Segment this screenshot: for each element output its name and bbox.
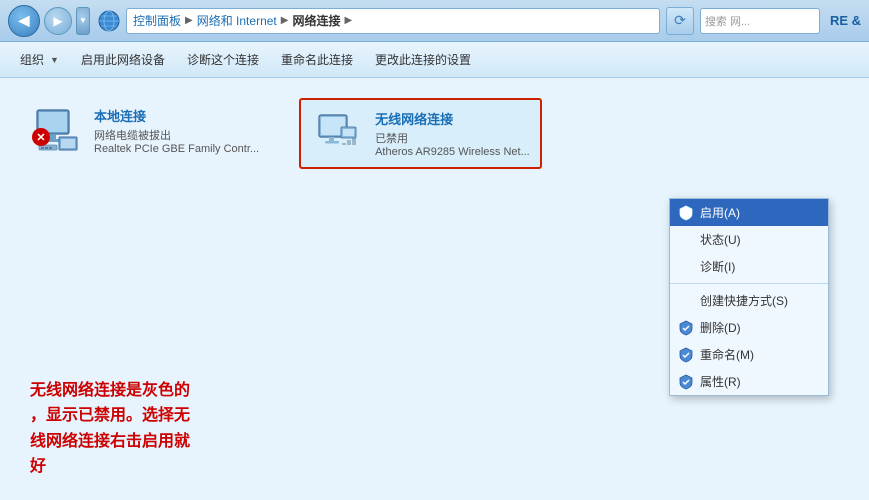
- context-rename-label: 重命名(M): [700, 346, 754, 363]
- context-menu-status[interactable]: 状态(U): [670, 226, 828, 253]
- local-connection-info: 本地连接 网络电缆被拔出 Realtek PCIe GBE Family Con…: [94, 106, 259, 155]
- nav-dropdown-button[interactable]: ▼: [76, 7, 90, 35]
- breadcrumb-sep-1: ▶: [185, 15, 193, 26]
- shield-icon-rename: [678, 347, 694, 363]
- organize-label: 组织: [20, 51, 44, 68]
- annotation-text: 无线网络连接是灰色的 ，显示已禁用。选择无 线网络连接右击启用就 好: [30, 378, 190, 480]
- context-diagnose-label: 诊断(I): [700, 258, 735, 275]
- back-button[interactable]: ◀: [8, 5, 40, 37]
- context-enable-label: 启用(A): [700, 204, 740, 221]
- annotation-line4: 好: [30, 454, 190, 480]
- content-area: ✕ 本地连接 网络电缆被拔出 Realtek PCIe GBE Family C…: [0, 78, 869, 500]
- rename-label: 重命名此连接: [281, 51, 353, 68]
- connections-row: ✕ 本地连接 网络电缆被拔出 Realtek PCIe GBE Family C…: [10, 88, 859, 179]
- wireless-connection-info: 无线网络连接 已禁用 Atheros AR9285 Wireless Net..…: [375, 109, 530, 158]
- local-connection-icon: ✕: [30, 106, 82, 154]
- context-menu-enable[interactable]: 启用(A): [670, 199, 828, 226]
- shield-icon-enable: [678, 205, 694, 221]
- extra-label: RE &: [830, 13, 861, 28]
- breadcrumb-bar: 控制面板 ▶ 网络和 Internet ▶ 网络连接 ▶: [126, 8, 660, 34]
- breadcrumb-item-2[interactable]: 网络和 Internet: [197, 12, 277, 29]
- change-settings-button[interactable]: 更改此连接的设置: [365, 47, 481, 72]
- diagnose-label: 诊断这个连接: [187, 51, 259, 68]
- search-placeholder: 搜索 网...: [705, 13, 750, 29]
- context-menu: 启用(A) 状态(U) 诊断(I) 创建快捷方式(S) 删除(D): [669, 198, 829, 396]
- change-settings-label: 更改此连接的设置: [375, 51, 471, 68]
- context-menu-diagnose[interactable]: 诊断(I): [670, 253, 828, 280]
- title-bar: ◀ ▶ ▼ 控制面板 ▶ 网络和 Internet ▶ 网络连接 ▶ ⟳ 搜索 …: [0, 0, 869, 42]
- shield-icon-delete: [678, 320, 694, 336]
- local-connection-item[interactable]: ✕ 本地连接 网络电缆被拔出 Realtek PCIe GBE Family C…: [20, 98, 269, 163]
- organize-dropdown: ▼: [50, 55, 59, 65]
- rename-button[interactable]: 重命名此连接: [271, 47, 363, 72]
- shield-icon-properties: [678, 374, 694, 390]
- context-delete-label: 删除(D): [700, 319, 741, 336]
- local-connection-name: 本地连接: [94, 106, 259, 125]
- enable-device-button[interactable]: 启用此网络设备: [71, 47, 175, 72]
- local-connection-adapter: Realtek PCIe GBE Family Contr...: [94, 143, 259, 155]
- wireless-connection-icon: [311, 110, 363, 158]
- wireless-connection-item[interactable]: 无线网络连接 已禁用 Atheros AR9285 Wireless Net..…: [299, 98, 542, 169]
- context-menu-divider: [670, 283, 828, 284]
- breadcrumb-sep-3: ▶: [344, 15, 352, 26]
- context-menu-delete[interactable]: 删除(D): [670, 314, 828, 341]
- enable-device-label: 启用此网络设备: [81, 51, 165, 68]
- connection-error-icon: ✕: [32, 128, 50, 146]
- annotation-line3: 线网络连接右击启用就: [30, 429, 190, 455]
- context-properties-label: 属性(R): [700, 373, 741, 390]
- context-shortcut-label: 创建快捷方式(S): [700, 292, 788, 309]
- context-menu-shortcut[interactable]: 创建快捷方式(S): [670, 287, 828, 314]
- wireless-connection-name: 无线网络连接: [375, 109, 530, 128]
- context-menu-properties[interactable]: 属性(R): [670, 368, 828, 395]
- breadcrumb-item-1[interactable]: 控制面板: [133, 12, 181, 29]
- context-status-label: 状态(U): [700, 231, 741, 248]
- wireless-connection-adapter: Atheros AR9285 Wireless Net...: [375, 146, 530, 158]
- annotation-line1: 无线网络连接是灰色的: [30, 378, 190, 404]
- forward-button[interactable]: ▶: [44, 7, 72, 35]
- breadcrumb-item-3: 网络连接: [292, 12, 340, 29]
- annotation-line2: ，显示已禁用。选择无: [30, 403, 190, 429]
- local-connection-status: 网络电缆被拔出: [94, 127, 259, 143]
- wireless-connection-status: 已禁用: [375, 130, 530, 146]
- refresh-button[interactable]: ⟳: [666, 7, 694, 35]
- breadcrumb-sep-2: ▶: [281, 15, 289, 26]
- nav-buttons: ◀ ▶ ▼: [8, 5, 90, 37]
- diagnose-button[interactable]: 诊断这个连接: [177, 47, 269, 72]
- organize-button[interactable]: 组织 ▼: [10, 47, 69, 72]
- wireless-icon: [315, 112, 359, 156]
- search-box[interactable]: 搜索 网...: [700, 8, 820, 34]
- toolbar: 组织 ▼ 启用此网络设备 诊断这个连接 重命名此连接 更改此连接的设置: [0, 42, 869, 78]
- globe-icon: [98, 10, 120, 32]
- context-menu-rename[interactable]: 重命名(M): [670, 341, 828, 368]
